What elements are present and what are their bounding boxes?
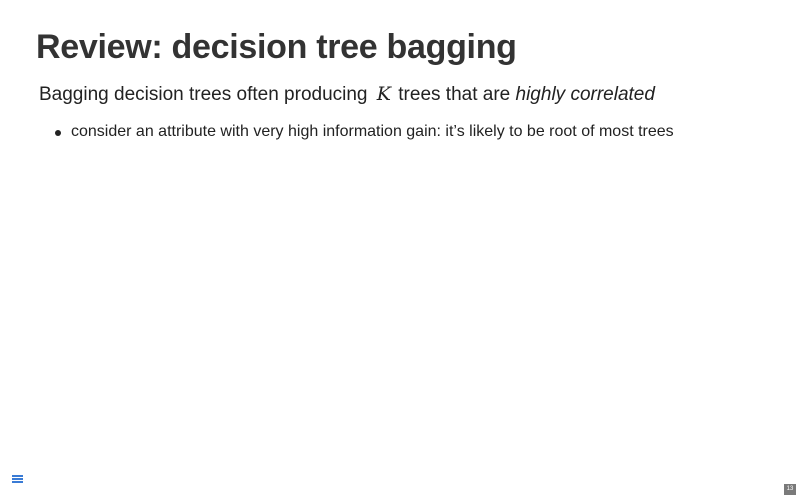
bullet-text: consider an attribute with very high inf… [71, 123, 674, 140]
math-symbol-k: K [376, 83, 391, 105]
menu-bar [12, 481, 23, 483]
page-number-badge: 13 [784, 484, 796, 495]
menu-bar [12, 475, 23, 477]
slide: Review: decision tree bagging Bagging de… [0, 0, 800, 500]
hamburger-menu-icon[interactable] [12, 473, 24, 485]
menu-bar [12, 478, 23, 480]
bullet-list: consider an attribute with very high inf… [54, 121, 674, 143]
bullet-dot-icon [55, 130, 61, 136]
lead-sentence: Bagging decision trees often producing K… [39, 83, 655, 106]
lead-text-before: Bagging decision trees often producing [39, 84, 368, 105]
slide-title: Review: decision tree bagging [36, 28, 517, 66]
lead-emphasis: highly correlated [515, 84, 655, 105]
lead-text-after: trees that are [398, 84, 511, 105]
list-item: consider an attribute with very high inf… [54, 121, 674, 143]
